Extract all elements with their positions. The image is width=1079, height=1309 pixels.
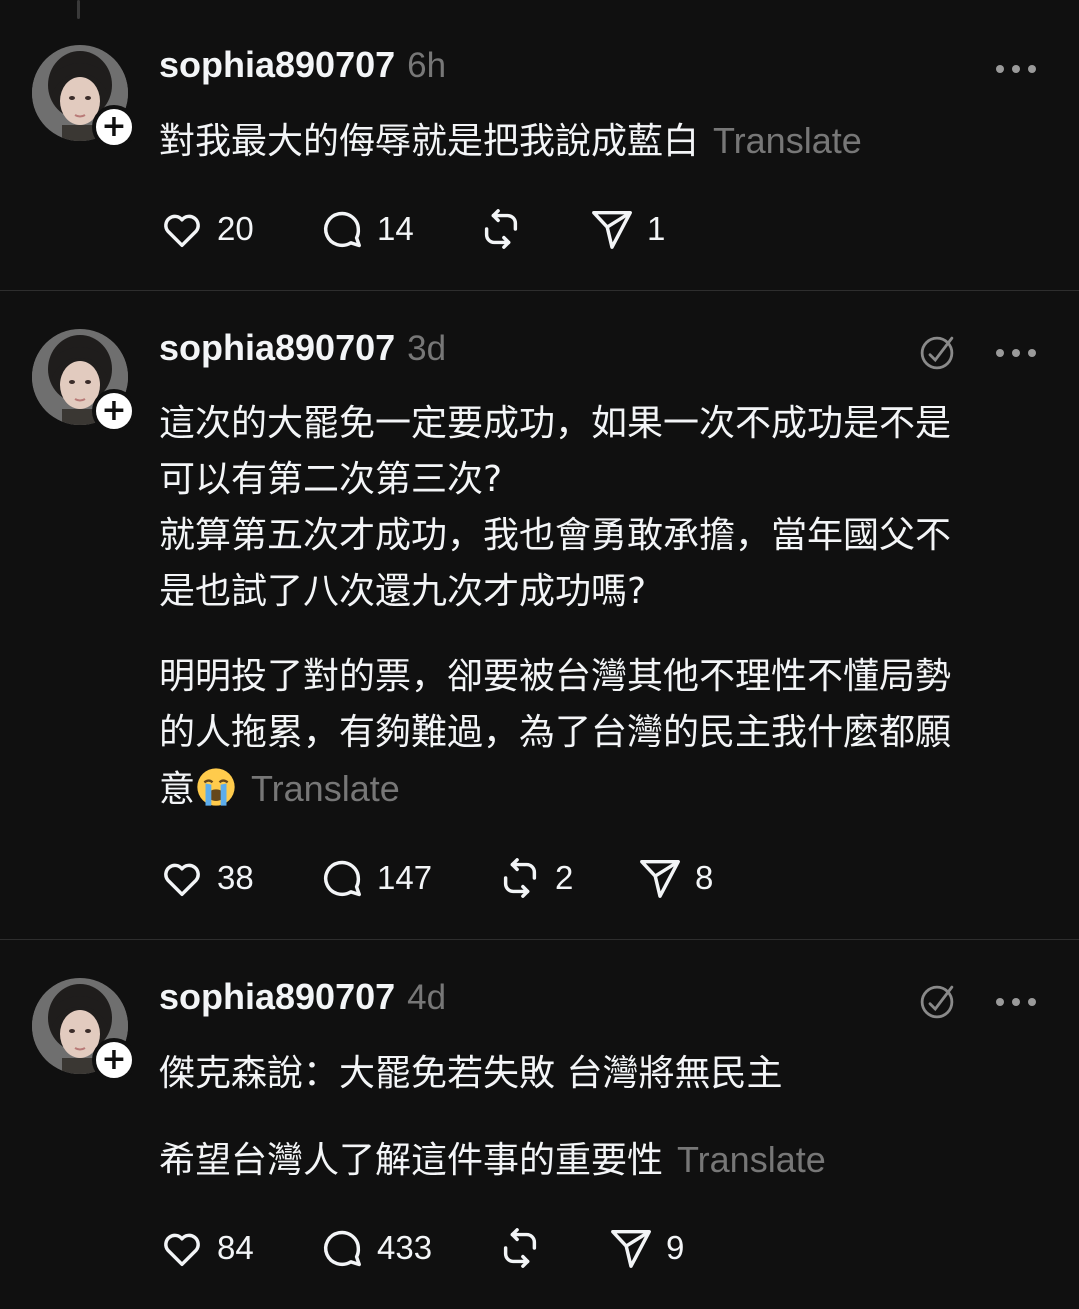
translate-link[interactable]: Translate <box>713 120 862 161</box>
share-icon <box>640 859 680 898</box>
repost-button[interactable]: 2 <box>497 854 573 902</box>
post-text-line: 對我最大的侮辱就是把我說成藍白 Translate <box>159 120 862 162</box>
post-time: 6h <box>407 46 447 85</box>
loudly-crying-face-icon <box>197 768 235 806</box>
share-button[interactable]: 9 <box>608 1224 684 1272</box>
heart-icon <box>164 1233 200 1267</box>
heart-icon <box>164 214 200 248</box>
reply-count: 14 <box>377 210 414 247</box>
post-1: + sophia890707 6h 對我最大的侮辱就是把我說成藍白 Transla… <box>0 0 1079 290</box>
translate-link[interactable]: Translate <box>251 768 400 809</box>
more-icon[interactable] <box>996 349 1036 359</box>
share-count: 9 <box>666 1229 685 1266</box>
more-icon[interactable] <box>996 998 1036 1008</box>
like-count: 84 <box>217 1229 254 1266</box>
like-count: 20 <box>217 210 254 247</box>
post-time: 4d <box>407 978 447 1017</box>
comment-icon <box>324 211 361 248</box>
heart-icon <box>164 863 200 897</box>
repost-icon <box>484 209 518 249</box>
post-text-line: 是也試了八次還九次才成功嗎? <box>159 571 647 612</box>
reply-button[interactable]: 14 <box>319 205 414 253</box>
post-2: + sophia890707 3d 這次的大罷免一定要成功，如果一次不成功是不是… <box>0 291 1079 939</box>
username[interactable]: sophia890707 <box>159 44 395 86</box>
post-header: sophia890707 4d <box>159 976 446 1018</box>
comment-icon <box>324 860 361 897</box>
follow-plus-icon[interactable]: + <box>92 105 136 149</box>
translate-link[interactable]: Translate <box>677 1139 826 1180</box>
post-header: sophia890707 3d <box>159 327 446 369</box>
post-header: sophia890707 6h <box>159 44 446 86</box>
post-text-line: 意 Translate <box>159 768 400 810</box>
follow-plus-icon[interactable]: + <box>92 389 136 433</box>
share-icon <box>592 210 632 249</box>
avatar-wrapper[interactable]: + <box>32 45 136 149</box>
post-text-line: 就算第五次才成功，我也會勇敢承擔，當年國父不 <box>159 515 952 556</box>
repost-icon <box>503 1228 537 1268</box>
reply-button[interactable]: 147 <box>319 854 432 902</box>
tag-icon[interactable] <box>916 332 958 374</box>
repost-icon <box>503 858 537 898</box>
comment-icon <box>324 1230 361 1267</box>
like-button[interactable]: 84 <box>159 1224 254 1272</box>
reply-button[interactable]: 433 <box>319 1224 432 1272</box>
follow-plus-icon[interactable]: + <box>92 1038 136 1082</box>
share-button[interactable]: 8 <box>637 854 713 902</box>
like-count: 38 <box>217 859 254 896</box>
share-button[interactable]: 1 <box>589 205 665 253</box>
post-text-line: 可以有第二次第三次? <box>159 459 503 500</box>
post-3: + sophia890707 4d 傑克森說：大罷免若失敗 台灣將無民主 希望台… <box>0 940 1079 1309</box>
like-button[interactable]: 38 <box>159 854 254 902</box>
like-button[interactable]: 20 <box>159 205 254 253</box>
reply-count: 147 <box>377 859 433 896</box>
post-text-line: 傑克森說：大罷免若失敗 台灣將無民主 <box>159 1053 783 1094</box>
username[interactable]: sophia890707 <box>159 327 395 369</box>
post-text-line: 希望台灣人了解這件事的重要性 Translate <box>159 1139 826 1181</box>
avatar-wrapper[interactable]: + <box>32 329 136 433</box>
reply-count: 433 <box>377 1229 433 1266</box>
repost-count: 2 <box>555 859 574 896</box>
avatar-wrapper[interactable]: + <box>32 978 136 1082</box>
share-count: 8 <box>695 859 714 896</box>
repost-button[interactable] <box>478 205 524 253</box>
more-icon[interactable] <box>996 65 1036 75</box>
username[interactable]: sophia890707 <box>159 976 395 1018</box>
share-count: 1 <box>647 210 666 247</box>
post-time: 3d <box>407 329 447 368</box>
post-text-line: 明明投了對的票，卻要被台灣其他不理性不懂局勢 <box>159 656 952 697</box>
repost-button[interactable] <box>497 1224 543 1272</box>
share-icon <box>611 1229 651 1268</box>
tag-icon[interactable] <box>916 981 958 1023</box>
post-text-line: 這次的大罷免一定要成功，如果一次不成功是不是 <box>159 403 952 444</box>
post-text-line: 的人拖累，有夠難過，為了台灣的民主我什麼都願 <box>159 712 952 753</box>
